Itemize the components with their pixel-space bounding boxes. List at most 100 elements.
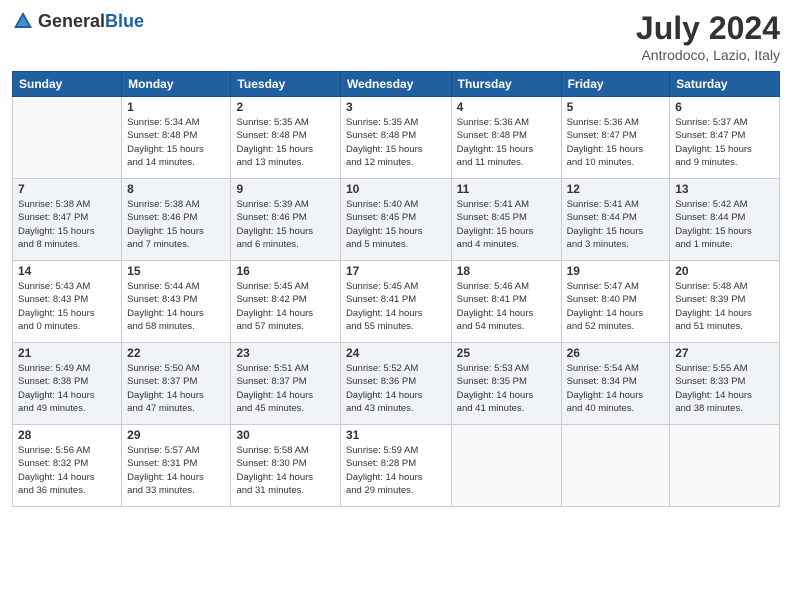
day-info: Sunrise: 5:35 AMSunset: 8:48 PMDaylight:… [236,116,334,169]
table-row [561,425,670,507]
day-number: 25 [457,346,556,360]
day-number: 7 [18,182,116,196]
table-row: 2 Sunrise: 5:35 AMSunset: 8:48 PMDaylight… [231,97,340,179]
day-number: 23 [236,346,334,360]
col-sunday: Sunday [13,72,122,97]
day-info: Sunrise: 5:36 AMSunset: 8:47 PMDaylight:… [567,116,665,169]
calendar-week-row: 1Sunrise: 5:34 AMSunset: 8:48 PMDaylight… [13,97,780,179]
day-number: 5 [567,100,665,114]
col-friday: Friday [561,72,670,97]
day-info: Sunrise: 5:55 AMSunset: 8:33 PMDaylight:… [675,362,774,415]
day-number: 9 [236,182,334,196]
day-info: Sunrise: 5:35 AMSunset: 8:48 PMDaylight:… [346,116,446,169]
table-row: 17Sunrise: 5:45 AMSunset: 8:41 PMDayligh… [340,261,451,343]
calendar-week-row: 28Sunrise: 5:56 AMSunset: 8:32 PMDayligh… [13,425,780,507]
table-row: 5 Sunrise: 5:36 AMSunset: 8:47 PMDaylight… [561,97,670,179]
table-row: 24 Sunrise: 5:52 AMSunset: 8:36 PMDayligh… [340,343,451,425]
title-block: July 2024 Antrodoco, Lazio, Italy [636,10,780,63]
day-info: Sunrise: 5:57 AMSunset: 8:31 PMDaylight:… [127,444,225,497]
table-row [451,425,561,507]
day-number: 26 [567,346,665,360]
day-info: Sunrise: 5:42 AMSunset: 8:44 PMDaylight:… [675,198,774,251]
calendar-week-row: 7 Sunrise: 5:38 AMSunset: 8:47 PMDaylight… [13,179,780,261]
day-number: 13 [675,182,774,196]
day-info: Sunrise: 5:51 AMSunset: 8:37 PMDaylight:… [236,362,334,415]
table-row: 28Sunrise: 5:56 AMSunset: 8:32 PMDayligh… [13,425,122,507]
day-info: Sunrise: 5:54 AMSunset: 8:34 PMDaylight:… [567,362,665,415]
header: GeneralBlue July 2024 Antrodoco, Lazio, … [12,10,780,63]
day-number: 18 [457,264,556,278]
day-number: 16 [236,264,334,278]
day-number: 4 [457,100,556,114]
day-number: 15 [127,264,225,278]
table-row: 16 Sunrise: 5:45 AMSunset: 8:42 PMDayligh… [231,261,340,343]
day-info: Sunrise: 5:37 AMSunset: 8:47 PMDaylight:… [675,116,774,169]
day-number: 10 [346,182,446,196]
table-row: 4 Sunrise: 5:36 AMSunset: 8:48 PMDaylight… [451,97,561,179]
day-number: 29 [127,428,225,442]
day-number: 12 [567,182,665,196]
table-row: 29 Sunrise: 5:57 AMSunset: 8:31 PMDayligh… [122,425,231,507]
day-info: Sunrise: 5:48 AMSunset: 8:39 PMDaylight:… [675,280,774,333]
day-number: 6 [675,100,774,114]
table-row: 22 Sunrise: 5:50 AMSunset: 8:37 PMDayligh… [122,343,231,425]
table-row: 1Sunrise: 5:34 AMSunset: 8:48 PMDaylight… [122,97,231,179]
table-row: 3 Sunrise: 5:35 AMSunset: 8:48 PMDaylight… [340,97,451,179]
table-row: 18 Sunrise: 5:46 AMSunset: 8:41 PMDayligh… [451,261,561,343]
day-number: 3 [346,100,446,114]
day-number: 17 [346,264,446,278]
table-row: 12Sunrise: 5:41 AMSunset: 8:44 PMDayligh… [561,179,670,261]
table-row: 6 Sunrise: 5:37 AMSunset: 8:47 PMDaylight… [670,97,780,179]
day-info: Sunrise: 5:38 AMSunset: 8:47 PMDaylight:… [18,198,116,251]
page: GeneralBlue July 2024 Antrodoco, Lazio, … [0,0,792,612]
day-number: 2 [236,100,334,114]
day-info: Sunrise: 5:58 AMSunset: 8:30 PMDaylight:… [236,444,334,497]
table-row: 31 Sunrise: 5:59 AMSunset: 8:28 PMDayligh… [340,425,451,507]
table-row [13,97,122,179]
main-title: July 2024 [636,10,780,47]
day-number: 24 [346,346,446,360]
day-number: 14 [18,264,116,278]
day-info: Sunrise: 5:50 AMSunset: 8:37 PMDaylight:… [127,362,225,415]
day-info: Sunrise: 5:45 AMSunset: 8:42 PMDaylight:… [236,280,334,333]
day-number: 30 [236,428,334,442]
day-info: Sunrise: 5:43 AMSunset: 8:43 PMDaylight:… [18,280,116,333]
subtitle: Antrodoco, Lazio, Italy [636,47,780,63]
day-info: Sunrise: 5:40 AMSunset: 8:45 PMDaylight:… [346,198,446,251]
day-number: 31 [346,428,446,442]
table-row [670,425,780,507]
day-info: Sunrise: 5:39 AMSunset: 8:46 PMDaylight:… [236,198,334,251]
col-monday: Monday [122,72,231,97]
table-row: 7 Sunrise: 5:38 AMSunset: 8:47 PMDaylight… [13,179,122,261]
table-row: 19Sunrise: 5:47 AMSunset: 8:40 PMDayligh… [561,261,670,343]
day-number: 1 [127,100,225,114]
col-tuesday: Tuesday [231,72,340,97]
day-info: Sunrise: 5:36 AMSunset: 8:48 PMDaylight:… [457,116,556,169]
table-row: 25 Sunrise: 5:53 AMSunset: 8:35 PMDayligh… [451,343,561,425]
logo-icon [12,10,34,32]
table-row: 27 Sunrise: 5:55 AMSunset: 8:33 PMDayligh… [670,343,780,425]
table-row: 30 Sunrise: 5:58 AMSunset: 8:30 PMDayligh… [231,425,340,507]
table-row: 21Sunrise: 5:49 AMSunset: 8:38 PMDayligh… [13,343,122,425]
day-info: Sunrise: 5:47 AMSunset: 8:40 PMDaylight:… [567,280,665,333]
table-row: 10 Sunrise: 5:40 AMSunset: 8:45 PMDayligh… [340,179,451,261]
table-row: 9 Sunrise: 5:39 AMSunset: 8:46 PMDaylight… [231,179,340,261]
day-info: Sunrise: 5:44 AMSunset: 8:43 PMDaylight:… [127,280,225,333]
day-info: Sunrise: 5:59 AMSunset: 8:28 PMDaylight:… [346,444,446,497]
day-info: Sunrise: 5:53 AMSunset: 8:35 PMDaylight:… [457,362,556,415]
table-row: 23 Sunrise: 5:51 AMSunset: 8:37 PMDayligh… [231,343,340,425]
day-info: Sunrise: 5:52 AMSunset: 8:36 PMDaylight:… [346,362,446,415]
logo-blue: Blue [105,11,144,31]
day-number: 21 [18,346,116,360]
day-info: Sunrise: 5:41 AMSunset: 8:45 PMDaylight:… [457,198,556,251]
day-number: 22 [127,346,225,360]
logo-general: General [38,11,105,31]
day-info: Sunrise: 5:46 AMSunset: 8:41 PMDaylight:… [457,280,556,333]
day-number: 20 [675,264,774,278]
day-info: Sunrise: 5:38 AMSunset: 8:46 PMDaylight:… [127,198,225,251]
day-number: 27 [675,346,774,360]
day-number: 11 [457,182,556,196]
table-row: 14 Sunrise: 5:43 AMSunset: 8:43 PMDayligh… [13,261,122,343]
day-number: 28 [18,428,116,442]
logo-text: GeneralBlue [38,11,144,32]
